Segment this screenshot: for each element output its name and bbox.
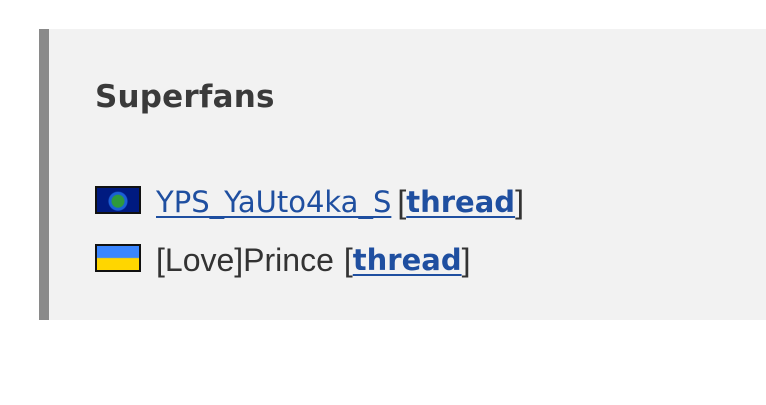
superfans-list: YPS_YaUto4ka_S [ thread ] [Love]Prince [… [95,173,524,289]
ukraine-flag-icon [95,244,141,272]
section-title: Superfans [95,79,275,115]
thread-link[interactable]: thread [353,243,462,277]
fan-name-link[interactable]: YPS_YaUto4ka_S [156,185,391,219]
thread-link[interactable]: thread [406,185,515,219]
superfans-panel: Superfans YPS_YaUto4ka_S [ thread ] [Lov… [39,29,766,320]
list-item: [Love]Prince [ thread ] [95,231,524,289]
bracket-open: [ [343,241,353,278]
bracket-close: ] [461,241,471,278]
list-item: YPS_YaUto4ka_S [ thread ] [95,173,524,231]
fan-name: [Love]Prince [156,241,334,278]
globe-flag-icon [95,186,141,214]
bracket-close: ] [515,183,524,220]
bracket-open: [ [397,183,407,220]
